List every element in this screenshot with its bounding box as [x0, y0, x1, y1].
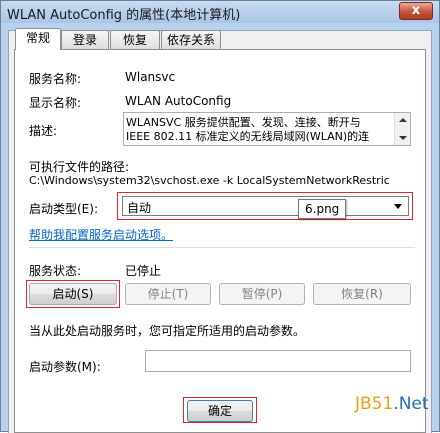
description-line-2: IEEE 802.11 标准定义的无线局域网(WLAN)的连 [126, 130, 370, 143]
tab-logon-label: 登录 [72, 33, 97, 47]
start-params-input[interactable] [145, 350, 411, 372]
watermark-logo: JB51.Net [355, 394, 429, 414]
tab-recovery[interactable]: 恢复 [110, 30, 160, 50]
display-name-label: 显示名称: [29, 96, 82, 110]
description-label: 描述: [29, 124, 58, 138]
service-status-value: 已停止 [125, 264, 162, 278]
tooltip: 6.png [298, 199, 347, 219]
start-params-label: 启动参数(M): [29, 360, 101, 374]
pause-button-label: 暂停(P) [241, 287, 283, 301]
resume-button[interactable]: 恢复(R) [313, 283, 411, 305]
stop-button-label: 停止(T) [147, 287, 189, 301]
service-status-label: 服务状态: [29, 264, 82, 278]
pause-button[interactable]: 暂停(P) [219, 283, 305, 305]
startup-type-label: 启动类型(E): [29, 202, 98, 216]
service-name-label: 服务名称: [29, 72, 82, 86]
close-icon: x [411, 3, 421, 18]
description-scrollbar[interactable] [394, 113, 410, 145]
ok-button[interactable]: 确定 [187, 400, 253, 422]
exe-path-value: C:\Windows\system32\svchost.exe -k Local… [29, 174, 390, 187]
chevron-down-icon [394, 204, 402, 209]
startup-type-select[interactable]: 自动 [122, 196, 409, 216]
display-name-value: WLAN AutoConfig [125, 94, 232, 108]
divider [29, 247, 415, 248]
close-button[interactable]: x [399, 2, 433, 20]
resume-button-label: 恢复(R) [341, 287, 383, 301]
watermark-brand: JB51 [355, 394, 394, 414]
service-name-value: Wlansvc [125, 70, 176, 84]
tab-recovery-label: 恢复 [122, 33, 147, 47]
properties-window: WLAN AutoConfig 的属性(本地计算机) x 常规 登录 恢复 依存… [0, 0, 440, 433]
tooltip-text: 6.png [305, 202, 340, 216]
exe-path-label: 可执行文件的路径: [29, 160, 130, 174]
window-title: WLAN AutoConfig 的属性(本地计算机) [7, 8, 241, 23]
help-link[interactable]: 帮助我配置服务启动选项。 [29, 226, 173, 243]
stop-button[interactable]: 停止(T) [125, 283, 211, 305]
description-box[interactable]: WLANSVC 服务提供配置、发现、连接、断开与 IEEE 802.11 标准定… [123, 112, 411, 146]
tab-general[interactable]: 常规 [15, 28, 61, 50]
tab-dependencies-label: 依存关系 [166, 33, 215, 47]
start-params-hint: 当从此处启动服务时，您可指定所适用的启动参数。 [29, 324, 306, 338]
watermark-suffix: .Net [393, 394, 429, 414]
tab-general-label: 常规 [25, 31, 50, 45]
start-button-label: 启动(S) [52, 287, 94, 301]
start-button[interactable]: 启动(S) [29, 283, 117, 305]
scroll-up-icon[interactable] [399, 118, 407, 122]
title-bar[interactable]: WLAN AutoConfig 的属性(本地计算机) x [1, 1, 439, 23]
tab-logon[interactable]: 登录 [61, 30, 109, 50]
startup-type-value: 自动 [127, 201, 152, 215]
dialog-client: 常规 登录 恢复 依存关系 服务名称: Wlansvc 显示名称: WLAN A… [8, 28, 432, 433]
scroll-down-icon[interactable] [399, 136, 407, 140]
general-tab-panel: 服务名称: Wlansvc 显示名称: WLAN AutoConfig 描述: … [14, 49, 426, 433]
tab-dependencies[interactable]: 依存关系 [161, 30, 221, 50]
ok-button-label: 确定 [207, 404, 232, 418]
